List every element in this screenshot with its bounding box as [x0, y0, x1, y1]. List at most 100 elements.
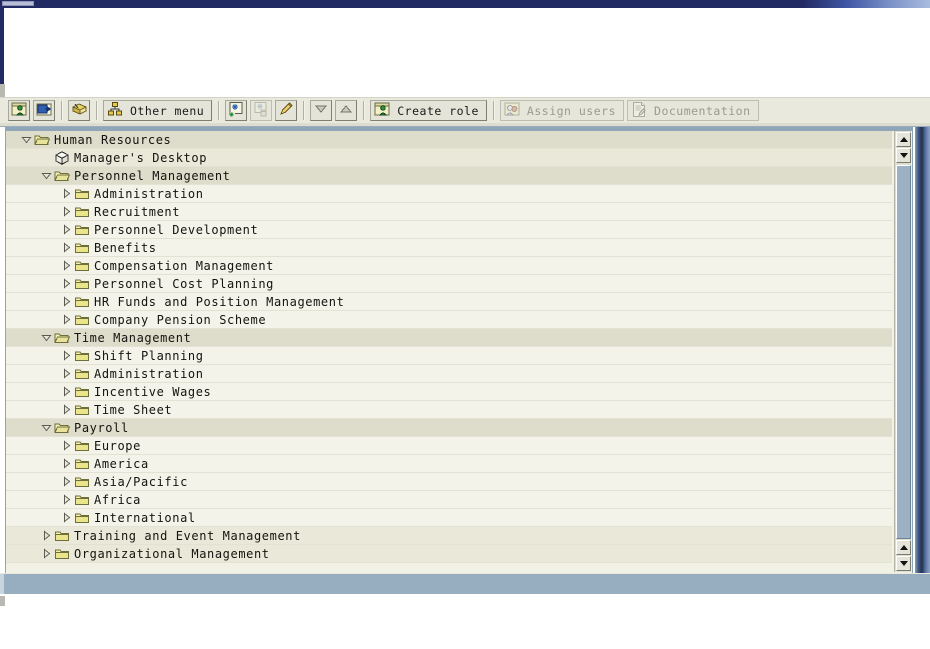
edit-node-button[interactable]	[275, 100, 298, 121]
open-folder-icon	[53, 167, 71, 185]
display-window-button[interactable]	[33, 100, 55, 121]
scroll-down-button-bottom[interactable]	[896, 556, 911, 571]
tree-row[interactable]: Human Resources	[6, 131, 892, 149]
tree-row[interactable]: Africa	[6, 491, 892, 509]
closed-folder-icon	[73, 401, 91, 419]
tree-row[interactable]: Time Sheet	[6, 401, 892, 419]
application-toolbar: Other menu Create role Assign users Documen…	[0, 97, 930, 123]
toolbar-separator	[363, 101, 366, 120]
scroll-up-icon	[899, 137, 908, 142]
closed-folder-icon	[53, 527, 71, 545]
create-role-button[interactable]: Create role	[370, 100, 487, 121]
tree-row[interactable]: Personnel Cost Planning	[6, 275, 892, 293]
closed-folder-icon	[73, 437, 91, 455]
tree-row[interactable]: Asia/Pacific	[6, 473, 892, 491]
tree-row[interactable]: Payroll	[6, 419, 892, 437]
tree-expand-toggle-icon[interactable]	[60, 509, 73, 527]
tree-row[interactable]: Shift Planning	[6, 347, 892, 365]
tree-expand-toggle-icon[interactable]	[60, 257, 73, 275]
window-title-bar	[0, 0, 930, 8]
tree-node-label: Time Management	[74, 330, 192, 345]
tree-rows-container: Human Resources Manager's Desktop Personne…	[6, 131, 892, 563]
tree-node-label: Africa	[94, 492, 141, 507]
tree-row[interactable]: Training and Event Management	[6, 527, 892, 545]
arrow-up-icon	[338, 101, 354, 120]
tree-row[interactable]: Benefits	[6, 239, 892, 257]
tree-collapse-toggle-icon[interactable]	[40, 167, 53, 185]
create-role-icon-button[interactable]	[8, 100, 30, 121]
tree-row[interactable]: Europe	[6, 437, 892, 455]
tree-node-label: Payroll	[74, 420, 129, 435]
transport-book-button[interactable]	[68, 100, 90, 121]
scroll-up-button-top[interactable]	[896, 132, 911, 147]
tree-row[interactable]: Company Pension Scheme	[6, 311, 892, 329]
tree-row[interactable]: Administration	[6, 185, 892, 203]
tree-expand-toggle-icon[interactable]	[60, 185, 73, 203]
yellow-book-icon	[71, 101, 88, 120]
tree-expand-toggle-icon[interactable]	[40, 545, 53, 563]
open-folder-icon	[33, 131, 51, 149]
tree-expand-toggle-icon[interactable]	[60, 239, 73, 257]
tree-row[interactable]: Incentive Wages	[6, 383, 892, 401]
add-node-button[interactable]	[225, 100, 248, 121]
tree-row[interactable]: Recruitment	[6, 203, 892, 221]
tree-expand-toggle-icon[interactable]	[60, 491, 73, 509]
tree-node-label: Shift Planning	[94, 348, 204, 363]
closed-folder-icon	[73, 455, 91, 473]
footer-status-band	[0, 574, 930, 594]
tree-node-label: Manager's Desktop	[74, 150, 208, 165]
tree-row[interactable]: HR Funds and Position Management	[6, 293, 892, 311]
tree-expand-toggle-icon[interactable]	[60, 437, 73, 455]
tree-row[interactable]: International	[6, 509, 892, 527]
tree-expand-toggle-icon[interactable]	[60, 347, 73, 365]
tree-expand-toggle-icon[interactable]	[60, 383, 73, 401]
tree-expand-toggle-icon[interactable]	[40, 527, 53, 545]
scroll-up-button-bottom[interactable]	[896, 540, 911, 555]
scroll-down-icon	[899, 561, 908, 566]
move-down-button[interactable]	[310, 100, 333, 121]
open-folder-icon	[53, 329, 71, 347]
role-person-icon	[374, 101, 390, 120]
tree-expand-toggle-icon[interactable]	[60, 293, 73, 311]
tree-collapse-toggle-icon[interactable]	[40, 419, 53, 437]
scroll-down-button-top[interactable]	[896, 148, 911, 163]
toolbar-button-label: Other menu	[130, 103, 205, 118]
tree-vertical-scrollbar[interactable]	[894, 131, 911, 572]
tree-row[interactable]: Time Management	[6, 329, 892, 347]
tree-collapse-toggle-icon[interactable]	[40, 329, 53, 347]
move-up-button[interactable]	[335, 100, 358, 121]
assign-users-button: Assign users	[499, 100, 625, 121]
tree-expand-toggle-icon[interactable]	[60, 365, 73, 383]
tree-row[interactable]: Administration	[6, 365, 892, 383]
other-menu-button[interactable]: Other menu	[103, 100, 213, 121]
scrollbar-thumb[interactable]	[896, 165, 911, 539]
title-bar-tab[interactable]	[2, 1, 34, 6]
tree-row[interactable]: Manager's Desktop	[6, 149, 892, 167]
window-vertical-scrollbar[interactable]	[915, 127, 930, 574]
tree-node-label: Asia/Pacific	[94, 474, 188, 489]
tree-expand-toggle-icon[interactable]	[60, 473, 73, 491]
tree-expand-toggle-icon[interactable]	[60, 401, 73, 419]
tree-row[interactable]: Personnel Management	[6, 167, 892, 185]
tree-expand-toggle-icon[interactable]	[60, 221, 73, 239]
footer-left-gray-strip	[0, 596, 5, 606]
tree-node-label: Recruitment	[94, 204, 181, 219]
tree-row[interactable]: America	[6, 455, 892, 473]
tree-expand-toggle-icon[interactable]	[60, 455, 73, 473]
toolbar-separator	[218, 101, 221, 120]
closed-folder-icon	[73, 185, 91, 203]
document-pen-icon	[631, 101, 647, 120]
closed-folder-icon	[73, 473, 91, 491]
toolbar-button-label: Assign users	[526, 103, 617, 118]
toolbar-separator	[61, 101, 63, 120]
tree-expand-toggle-icon[interactable]	[60, 203, 73, 221]
tree-collapse-toggle-icon[interactable]	[20, 131, 33, 149]
tree-row[interactable]: Compensation Management	[6, 257, 892, 275]
tree-expand-toggle-icon[interactable]	[60, 275, 73, 293]
pencil-icon	[278, 101, 294, 120]
tree-row[interactable]: Organizational Management	[6, 545, 892, 563]
tree-expand-toggle-icon[interactable]	[60, 311, 73, 329]
tree-node-label: Time Sheet	[94, 402, 173, 417]
tree-row[interactable]: Personnel Development	[6, 221, 892, 239]
tree-node-label: Training and Event Management	[74, 528, 301, 543]
